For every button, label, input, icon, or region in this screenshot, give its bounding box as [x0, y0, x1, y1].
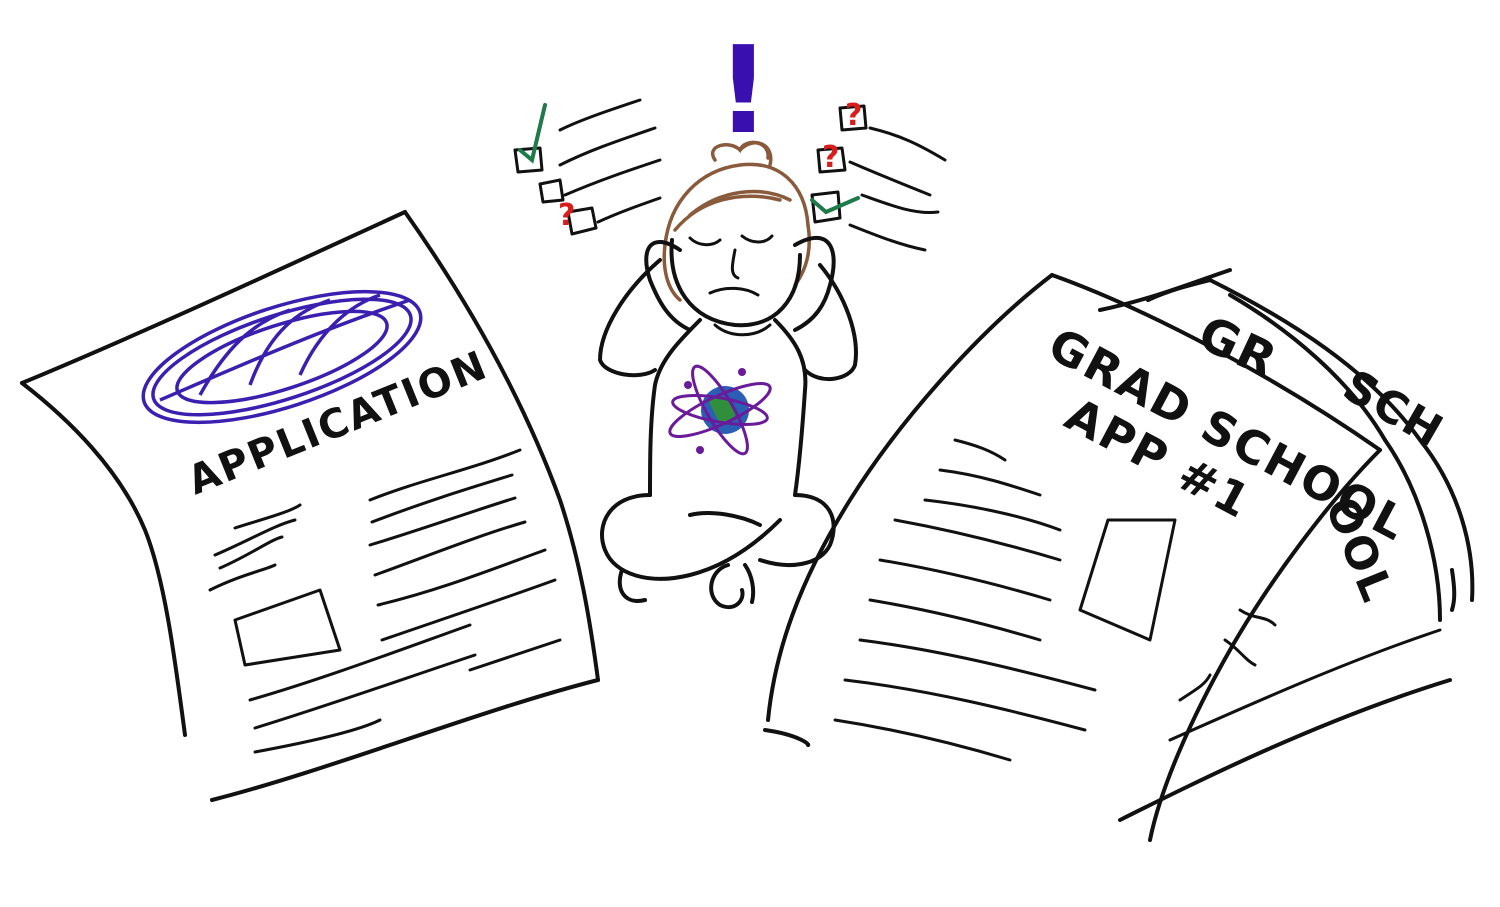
stressed-student — [598, 140, 858, 610]
checkbox-checked — [513, 98, 657, 174]
question-mark: ? — [822, 140, 841, 175]
earth-atom-icon — [668, 364, 772, 456]
back-paper-text-mid: SCH — [1335, 360, 1453, 458]
checkbox-question: ? — [838, 98, 947, 162]
checkbox-question: ? — [558, 196, 662, 236]
exclamation-text: ! — [716, 22, 773, 161]
application-paper: APPLICATION — [20, 210, 600, 802]
question-mark: ? — [558, 198, 577, 233]
checklist-right: ? ? — [810, 98, 947, 252]
back-paper-text-top: GR — [1190, 305, 1286, 390]
stressed-student-illustration: APPLICATION ! ? ? ? GR SCH OOL GRAD SCHO… — [20, 22, 1475, 842]
checkbox-question: ? — [816, 140, 932, 197]
question-mark: ? — [845, 98, 864, 133]
checkbox-empty — [538, 158, 662, 204]
grad-school-text-lines — [833, 438, 1177, 762]
application-title: APPLICATION — [182, 342, 495, 504]
exclamation-mark: ! — [716, 22, 773, 161]
checklist-left: ? — [513, 98, 662, 236]
checkbox-checked — [810, 190, 940, 252]
